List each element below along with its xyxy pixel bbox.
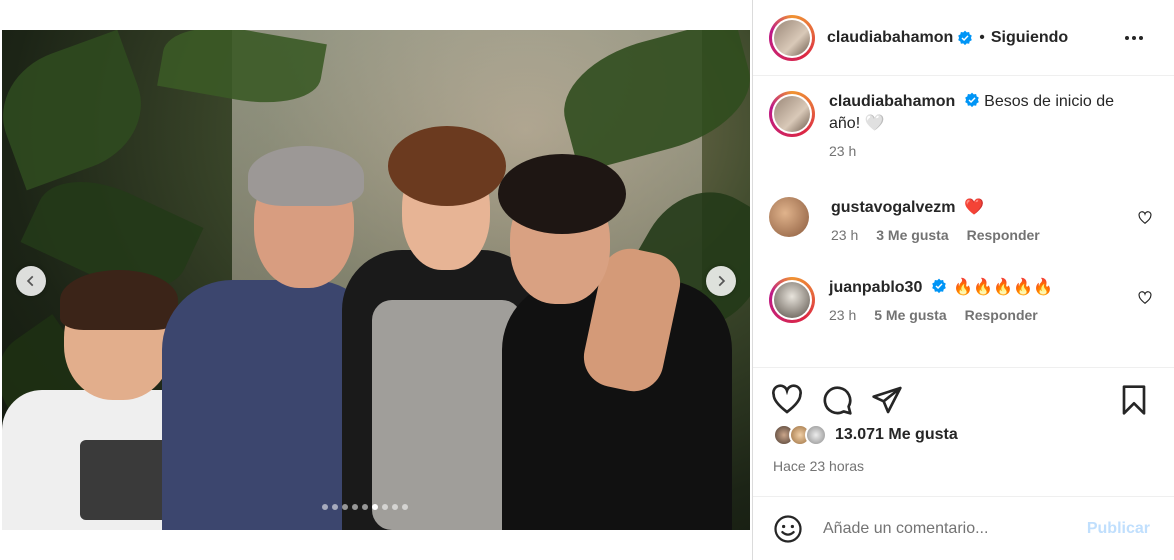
commenter-username[interactable]: gustavogalvezm: [831, 199, 955, 216]
carousel-dot: [352, 504, 358, 510]
carousel-dot: [372, 504, 378, 510]
carousel-indicator: [322, 504, 408, 510]
author-avatar[interactable]: [769, 14, 815, 61]
commenter-username[interactable]: juanpablo30: [829, 279, 922, 296]
chevron-right-icon: [718, 275, 726, 287]
carousel-dot: [332, 504, 338, 510]
comment-likes-link[interactable]: 3 Me gusta: [876, 227, 948, 243]
carousel-dot: [382, 504, 388, 510]
instagram-post-window: claudiabahamon • Siguiendo claudiabahamo…: [0, 0, 1174, 560]
post-timestamp[interactable]: Hace 23 horas: [773, 458, 864, 474]
comment-row: gustavogalvezm ❤️ 23 h 3 Me gusta Respon…: [769, 197, 1158, 243]
separator-dot: •: [979, 28, 985, 46]
more-options-icon[interactable]: [1122, 26, 1146, 50]
verified-badge-icon: [958, 30, 973, 45]
post-header: claudiabahamon • Siguiendo: [753, 0, 1174, 76]
publish-button[interactable]: Publicar: [1087, 520, 1150, 538]
post-side-panel: claudiabahamon • Siguiendo claudiabahamo…: [752, 0, 1174, 560]
caption-time: 23 h: [829, 143, 857, 159]
emoji-icon[interactable]: [773, 514, 803, 544]
carousel-dot: [322, 504, 328, 510]
comment-text: ❤️: [963, 199, 984, 216]
commenter-avatar[interactable]: [769, 197, 809, 237]
comment-time: 23 h: [831, 227, 859, 243]
comment-row: juanpablo30 🔥🔥🔥🔥🔥 23 h 5 Me gusta Respon…: [769, 277, 1158, 323]
carousel-dot: [402, 504, 408, 510]
comment-time: 23 h: [829, 307, 857, 323]
following-button[interactable]: Siguiendo: [991, 29, 1068, 47]
carousel-dot: [392, 504, 398, 510]
commenter-avatar[interactable]: [769, 277, 815, 323]
post-actions-bar: 13.071 Me gusta Hace 23 horas: [753, 367, 1174, 496]
likes-summary[interactable]: 13.071 Me gusta: [773, 424, 958, 446]
author-username[interactable]: claudiabahamon: [827, 29, 953, 47]
post-photo: [2, 30, 750, 530]
liker-avatar: [805, 424, 827, 446]
reply-button[interactable]: Responder: [967, 227, 1040, 243]
verified-badge-icon: [932, 278, 946, 294]
comment-text: 🔥🔥🔥🔥🔥: [953, 279, 1053, 296]
caption-avatar[interactable]: [769, 91, 815, 137]
carousel-next-button[interactable]: [706, 266, 736, 296]
caption-username[interactable]: claudiabahamon: [829, 93, 955, 110]
comment-icon[interactable]: [821, 384, 853, 416]
carousel-dot: [342, 504, 348, 510]
add-comment-bar: Publicar: [753, 496, 1174, 560]
post-media: [0, 0, 752, 560]
chevron-left-icon: [26, 275, 34, 287]
carousel-dot: [362, 504, 368, 510]
comment-like-heart-icon[interactable]: [1138, 211, 1152, 225]
reply-button[interactable]: Responder: [965, 307, 1038, 323]
comments-list: claudiabahamon Besos de inicio de año! 🤍…: [753, 77, 1174, 367]
comment-like-heart-icon[interactable]: [1138, 291, 1152, 305]
likes-count[interactable]: 13.071 Me gusta: [835, 426, 958, 444]
bookmark-icon[interactable]: [1118, 384, 1150, 416]
comment-likes-link[interactable]: 5 Me gusta: [874, 307, 946, 323]
send-icon[interactable]: [871, 384, 903, 416]
caption-row: claudiabahamon Besos de inicio de año! 🤍…: [769, 91, 1158, 159]
carousel-prev-button[interactable]: [16, 266, 46, 296]
verified-badge-icon: [964, 92, 979, 108]
comment-input[interactable]: [823, 519, 1073, 538]
heart-icon[interactable]: [771, 384, 803, 416]
